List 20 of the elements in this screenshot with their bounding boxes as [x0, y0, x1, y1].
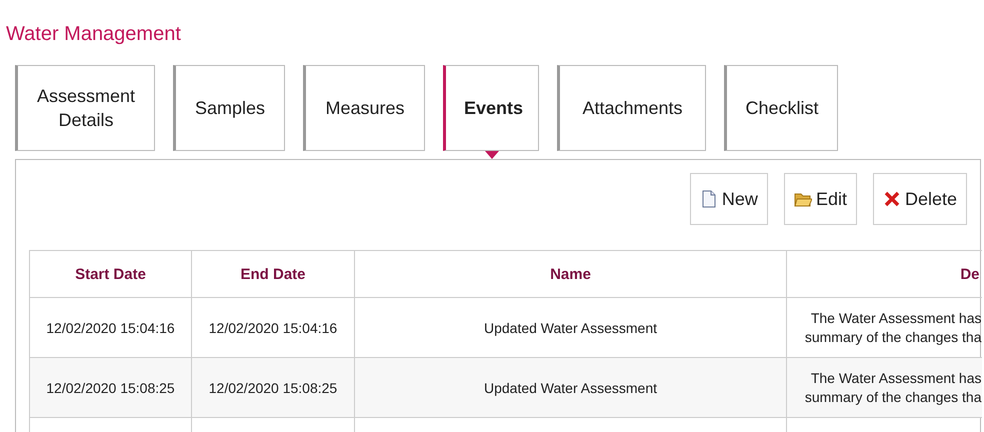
delete-button[interactable]: Delete: [872, 173, 967, 225]
table-cell: 12/02/2020 15:08:25: [30, 358, 192, 418]
new-button[interactable]: New: [690, 173, 768, 225]
tab[interactable]: Measures: [303, 65, 425, 151]
column-header: Start Date: [30, 250, 192, 298]
column-header: De: [786, 250, 982, 298]
close-icon: [882, 190, 901, 208]
page-title: Water Management: [5, 22, 181, 46]
tab[interactable]: Checklist: [724, 65, 838, 151]
pointer-icon: [485, 151, 499, 159]
column-header: Name: [354, 250, 786, 298]
edit-button[interactable]: Edit: [784, 173, 857, 225]
column-header: End Date: [192, 250, 354, 298]
tab[interactable]: Attachments: [557, 65, 706, 151]
table-cell: 12/02/2020 15:08:25: [192, 358, 354, 418]
tab[interactable]: Assessment Details: [15, 65, 155, 151]
tab[interactable]: Samples: [173, 65, 285, 151]
table-cell: Updated Water Assessment: [354, 358, 786, 418]
table-cell: The Water Assessment has summary of the changes tha: [786, 358, 982, 418]
document-icon: [700, 190, 718, 208]
